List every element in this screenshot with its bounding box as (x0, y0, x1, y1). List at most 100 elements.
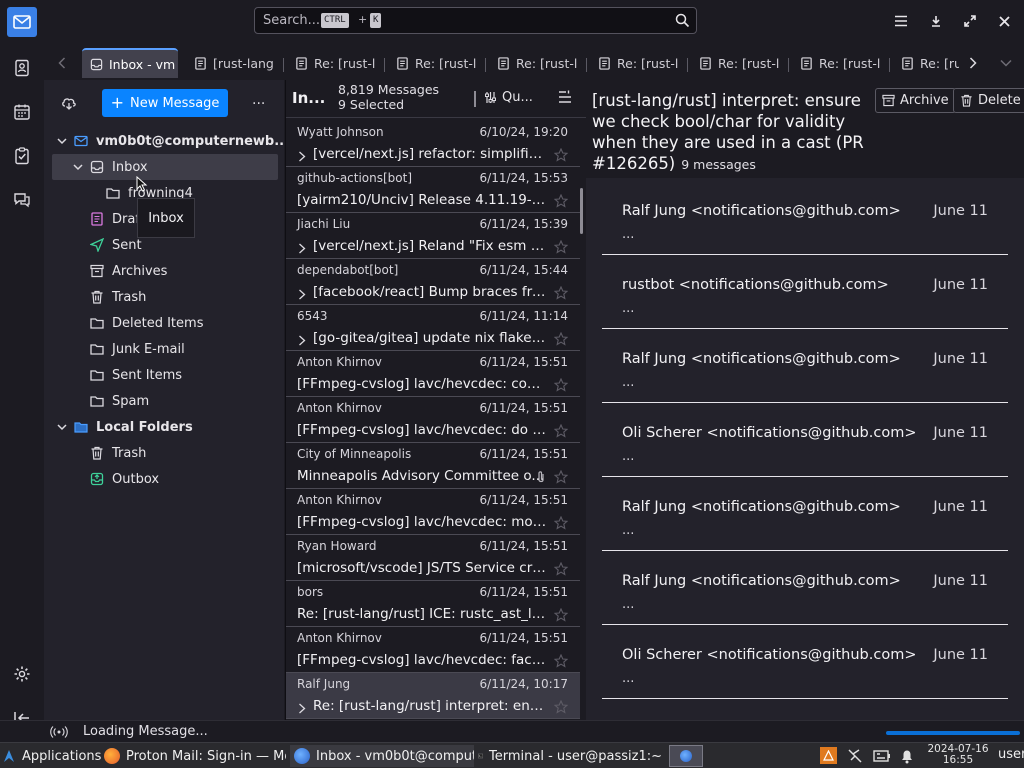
thread-chevron-icon[interactable] (298, 289, 306, 300)
address-book-icon[interactable] (10, 56, 34, 80)
tab-3[interactable]: Re: [rust-l (388, 48, 482, 78)
star-icon[interactable] (554, 194, 568, 208)
message-row[interactable]: Anton Khirnov 6/11/24, 15:51 [FFmpeg-cvslo… (286, 489, 580, 535)
thread-chevron-icon[interactable] (298, 335, 306, 346)
local-folders-row[interactable]: Local Folders (74, 414, 193, 440)
folder-sent[interactable]: Sent (90, 232, 142, 258)
message-row[interactable]: Anton Khirnov 6/11/24, 15:51 [FFmpeg-cvslo… (286, 351, 580, 397)
folder-trash[interactable]: Trash (90, 284, 146, 310)
clock[interactable]: 2024-07-16 16:55 (926, 744, 990, 766)
message-date: 6/11/24, 15:51 (479, 447, 568, 461)
message-row[interactable]: Anton Khirnov 6/11/24, 15:51 [FFmpeg-cvslo… (286, 627, 580, 673)
message-row[interactable]: Jiachi Liu 6/11/24, 15:39 [vercel/next.js]… (286, 213, 580, 259)
network-disconnected-icon[interactable] (847, 748, 863, 764)
folder-junk-email[interactable]: Junk E-mail (90, 336, 185, 362)
message-row[interactable]: Wyatt Johnson 6/10/24, 19:20 [vercel/next.… (286, 121, 580, 167)
close-icon[interactable] (993, 10, 1015, 32)
thread-message-card[interactable]: rustbot <notifications@github.com> June 1… (602, 255, 1008, 329)
scroll-tabs-right-icon[interactable] (969, 57, 977, 69)
quick-filter-button[interactable]: Qu... (484, 90, 533, 105)
message-row[interactable]: Ralf Jung 6/11/24, 10:17 Re: [rust-lang/ru… (286, 673, 580, 719)
search-icon[interactable] (675, 13, 690, 28)
tasks-icon[interactable] (10, 144, 34, 168)
task-terminal[interactable]: Terminal - user@passiz1:~ (478, 745, 662, 767)
thread-message-card[interactable]: Ralf Jung <notifications@github.com> June… (602, 477, 1008, 551)
mail-app-icon[interactable] (7, 7, 37, 37)
tab-4[interactable]: Re: [rust-l (489, 48, 583, 78)
folder-pane-more-button[interactable]: ... (252, 92, 265, 108)
account-row[interactable]: vm0b0t@computernewb.... (74, 128, 294, 154)
scroll-tabs-left-icon[interactable] (58, 57, 66, 69)
tab-7[interactable]: Re: [rust-l (792, 48, 886, 78)
menu-icon[interactable] (890, 10, 912, 32)
message-row[interactable]: github-actions[bot] 6/11/24, 15:53 [yairm2… (286, 167, 580, 213)
message-row[interactable]: City of Minneapolis 6/11/24, 15:51 Minneap… (286, 443, 580, 489)
applications-menu-button[interactable]: Applications (2, 745, 101, 767)
star-icon[interactable] (554, 700, 568, 714)
tab-list-chevron-icon[interactable] (1000, 59, 1012, 67)
folder-spam[interactable]: Spam (90, 388, 149, 414)
thread-chevron-icon[interactable] (298, 703, 306, 714)
online-status-icon[interactable] (50, 725, 68, 739)
message-row[interactable]: Anton Khirnov 6/11/24, 15:51 [FFmpeg-cvslo… (286, 397, 580, 443)
message-row[interactable]: dependabot[bot] 6/11/24, 15:44 [facebook/r… (286, 259, 580, 305)
maximize-icon[interactable] (959, 10, 981, 32)
star-icon[interactable] (554, 286, 568, 300)
thread-message-card[interactable]: Oli Scherer <notifications@github.com> Ju… (602, 403, 1008, 477)
thread-message-card[interactable]: Ralf Jung <notifications@github.com> June… (602, 551, 1008, 625)
tab-6[interactable]: Re: [rust-l (691, 48, 785, 78)
tab-5[interactable]: Re: [rust-l (590, 48, 684, 78)
tab-8[interactable]: Re: [ru (893, 48, 959, 78)
notification-tray-icon[interactable] (820, 747, 837, 764)
archive-button[interactable]: Archive (875, 88, 956, 113)
message-row[interactable]: 6543 6/11/24, 11:14 [go-gitea/gitea] updat… (286, 305, 580, 351)
chevron-down-icon[interactable] (56, 421, 68, 433)
get-messages-icon[interactable] (61, 95, 77, 111)
calendar-icon[interactable] (10, 100, 34, 124)
delete-button[interactable]: Delete (953, 88, 1024, 113)
chat-icon[interactable] (10, 188, 34, 212)
star-icon[interactable] (554, 148, 568, 162)
message-subject: [FFmpeg-cvslog] lavc/hevcdec: factor ... (297, 652, 547, 668)
star-icon[interactable] (554, 608, 568, 622)
folder-deleted-items[interactable]: Deleted Items (90, 310, 203, 336)
star-icon[interactable] (554, 654, 568, 668)
thread-chevron-icon[interactable] (298, 151, 306, 162)
tab-1[interactable]: [rust-lang (186, 48, 280, 78)
minimize-icon[interactable] (925, 10, 947, 32)
folder-outbox[interactable]: Outbox (90, 466, 159, 492)
folder-sent-items[interactable]: Sent Items (90, 362, 182, 388)
user-menu[interactable]: user (998, 747, 1024, 762)
thread-message-card[interactable]: Oli Scherer <notifications@github.com> Ju… (602, 625, 1008, 699)
star-icon[interactable] (554, 516, 568, 530)
settings-icon[interactable] (10, 662, 34, 686)
workspace-switcher[interactable] (669, 745, 703, 767)
folder-archives[interactable]: Archives (90, 258, 167, 284)
star-icon[interactable] (554, 562, 568, 576)
chevron-down-icon[interactable] (72, 161, 84, 173)
display-options-icon[interactable] (558, 90, 572, 104)
task-inbox-thunderbird[interactable]: Inbox - vm0b0t@compute... (290, 745, 474, 767)
task-proton-mail[interactable]: Proton Mail: Sign-in — Mo... (104, 745, 286, 767)
thread-message-card[interactable]: Ralf Jung <notifications@github.com> June… (602, 181, 1008, 255)
message-row[interactable]: bors 6/11/24, 15:51 Re: [rust-lang/rust] I… (286, 581, 580, 627)
new-message-button[interactable]: + New Message (102, 89, 228, 117)
star-icon[interactable] (554, 240, 568, 254)
chevron-down-icon[interactable] (56, 135, 68, 147)
list-scrollbar-thumb[interactable] (580, 188, 583, 234)
search-bar[interactable]: Search... CTRL + K (254, 7, 697, 34)
star-icon[interactable] (554, 332, 568, 346)
star-icon[interactable] (554, 424, 568, 438)
message-row[interactable]: Ryan Howard 6/11/24, 15:51 [microsoft/vsco… (286, 535, 580, 581)
tab-0[interactable]: Inbox - vm (82, 48, 178, 78)
thread-message-card[interactable]: Ralf Jung <notifications@github.com> June… (602, 329, 1008, 403)
star-icon[interactable] (554, 470, 568, 484)
tab-2[interactable]: Re: [rust-l (287, 48, 381, 78)
message-icon (700, 56, 711, 70)
battery-icon[interactable] (873, 749, 891, 763)
thread-chevron-icon[interactable] (298, 243, 306, 254)
applications-label: Applications (22, 748, 102, 764)
star-icon[interactable] (554, 378, 568, 392)
bell-icon[interactable] (900, 748, 914, 764)
folder-local-trash[interactable]: Trash (90, 440, 146, 466)
